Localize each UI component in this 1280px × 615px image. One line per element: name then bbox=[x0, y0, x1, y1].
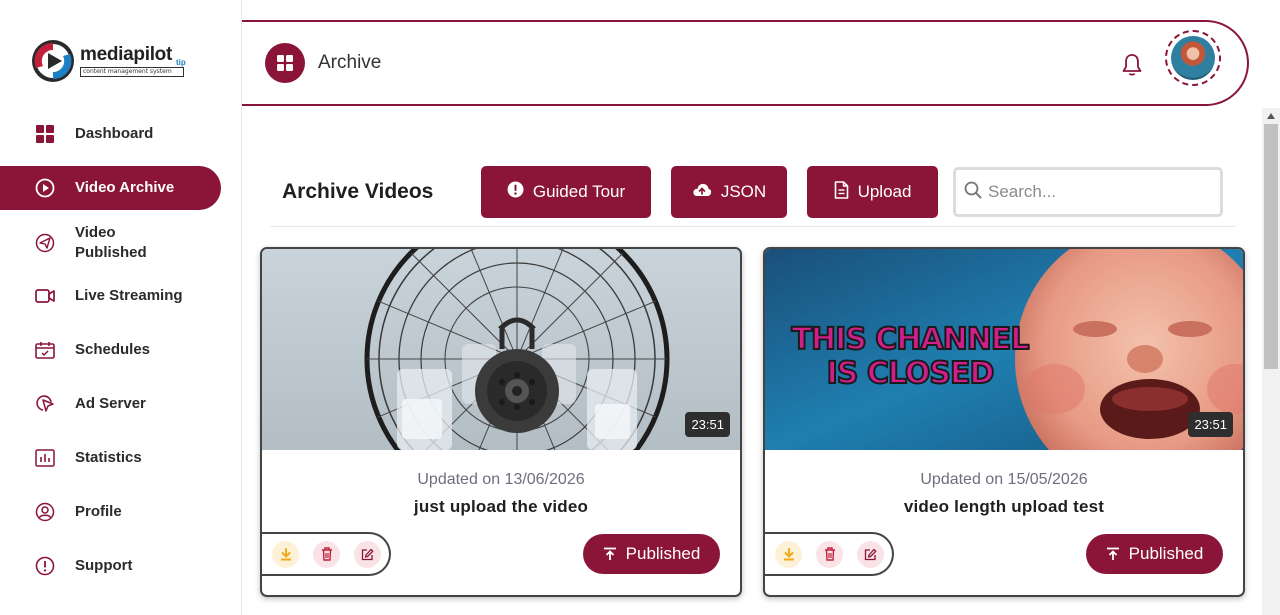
trash-icon bbox=[824, 547, 835, 561]
download-button[interactable] bbox=[272, 540, 299, 568]
document-icon bbox=[834, 180, 849, 204]
calendar-icon bbox=[35, 340, 55, 360]
published-button[interactable]: Published bbox=[1086, 534, 1223, 574]
video-thumbnail[interactable]: THIS CHANNEL IS CLOSED 23:51 bbox=[765, 249, 1243, 450]
bar-chart-icon bbox=[35, 448, 55, 468]
cursor-target-icon bbox=[35, 394, 55, 414]
sidebar-item-video-published[interactable]: Video Published bbox=[0, 222, 221, 264]
duration-badge: 23:51 bbox=[685, 412, 730, 437]
edit-button[interactable] bbox=[857, 540, 884, 568]
sidebar-item-profile[interactable]: Profile bbox=[0, 500, 221, 524]
published-button[interactable]: Published bbox=[583, 534, 720, 574]
download-icon bbox=[783, 547, 794, 560]
exclamation-circle-icon bbox=[507, 181, 524, 203]
logo-text: mediapilot bbox=[80, 44, 173, 65]
sidebar-item-label: Profile bbox=[75, 503, 122, 520]
scroll-up-arrow-icon[interactable] bbox=[1262, 108, 1280, 124]
search-input[interactable] bbox=[988, 182, 1208, 202]
avatar-image bbox=[1171, 36, 1215, 80]
json-label: JSON bbox=[720, 182, 767, 201]
download-button[interactable] bbox=[775, 540, 802, 568]
upload-arrow-icon bbox=[1106, 547, 1119, 560]
video-card[interactable]: 23:51 Updated on 13/06/2026 just upload … bbox=[260, 247, 742, 597]
updated-date: Updated on 13/06/2026 bbox=[417, 471, 585, 488]
edit-icon bbox=[864, 548, 877, 560]
top-header: Archive bbox=[242, 20, 1249, 106]
edit-button[interactable] bbox=[354, 540, 381, 568]
page-title: Archive bbox=[318, 52, 382, 73]
sidebar-item-label: Support bbox=[75, 557, 133, 574]
fan-icon bbox=[262, 249, 740, 450]
json-button[interactable]: JSON bbox=[671, 166, 787, 218]
sidebar-item-label: Schedules bbox=[75, 341, 151, 358]
upload-arrow-icon bbox=[603, 547, 616, 560]
grid-icon bbox=[35, 124, 55, 144]
duration-badge: 23:51 bbox=[1188, 412, 1233, 437]
trash-icon bbox=[321, 547, 332, 561]
video-thumbnail[interactable]: 23:51 bbox=[262, 249, 740, 450]
edit-icon bbox=[361, 548, 374, 560]
sidebar-item-ad-server[interactable]: Ad Server bbox=[0, 392, 221, 416]
logo-suffix: tip bbox=[176, 58, 186, 67]
guided-tour-label: Guided Tour bbox=[532, 182, 626, 201]
sidebar-item-support[interactable]: Support bbox=[0, 554, 221, 578]
sidebar-item-label: Video Archive bbox=[75, 179, 175, 196]
sidebar-item-label: Ad Server bbox=[75, 395, 146, 412]
bell-icon[interactable] bbox=[1121, 53, 1143, 77]
logo-tagline: content management system bbox=[80, 67, 184, 77]
sidebar-item-video-archive[interactable]: Video Archive bbox=[0, 166, 221, 210]
user-circle-icon bbox=[35, 502, 55, 522]
delete-button[interactable] bbox=[313, 540, 340, 568]
published-label: Published bbox=[625, 544, 701, 563]
logo-icon bbox=[32, 40, 74, 82]
thumbnail-overlay-text: THIS CHANNEL IS CLOSED bbox=[791, 322, 1031, 392]
sidebar-item-schedules[interactable]: Schedules bbox=[0, 338, 221, 362]
video-title: just upload the video bbox=[413, 497, 589, 516]
sidebar-item-dashboard[interactable]: Dashboard bbox=[0, 122, 221, 146]
video-camera-icon bbox=[35, 286, 55, 306]
play-circle-icon bbox=[35, 178, 55, 198]
cloud-upload-icon bbox=[692, 182, 712, 202]
published-label: Published bbox=[1128, 544, 1204, 563]
upload-label: Upload bbox=[857, 182, 912, 201]
app-logo[interactable]: mediapilot tip content management system bbox=[30, 36, 190, 86]
card-actions bbox=[262, 532, 391, 576]
avatar[interactable] bbox=[1165, 30, 1221, 86]
guided-tour-button[interactable]: Guided Tour bbox=[481, 166, 651, 218]
video-title: video length upload test bbox=[903, 497, 1105, 516]
sidebar-item-label: Video Published bbox=[75, 224, 147, 261]
search-icon bbox=[964, 181, 982, 203]
sidebar-item-label: Dashboard bbox=[75, 125, 154, 142]
sidebar-item-statistics[interactable]: Statistics bbox=[0, 446, 221, 470]
info-circle-icon bbox=[35, 556, 55, 576]
delete-button[interactable] bbox=[816, 540, 843, 568]
section-title: Archive Videos bbox=[282, 180, 434, 203]
video-card[interactable]: THIS CHANNEL IS CLOSED 23:51 Updated on … bbox=[763, 247, 1245, 597]
updated-date: Updated on 15/05/2026 bbox=[920, 471, 1088, 488]
send-icon bbox=[35, 233, 55, 253]
card-actions bbox=[765, 532, 894, 576]
sidebar: mediapilot tip content management system… bbox=[0, 0, 242, 615]
search-box bbox=[953, 167, 1223, 217]
upload-button[interactable]: Upload bbox=[807, 166, 938, 218]
sidebar-item-label: Live Streaming bbox=[75, 287, 183, 304]
sidebar-item-live-streaming[interactable]: Live Streaming bbox=[0, 284, 221, 308]
divider bbox=[270, 226, 1235, 227]
download-icon bbox=[280, 547, 291, 560]
grid-icon bbox=[265, 43, 305, 83]
scrollbar-thumb[interactable] bbox=[1264, 124, 1278, 369]
sidebar-item-label: Statistics bbox=[75, 449, 142, 466]
